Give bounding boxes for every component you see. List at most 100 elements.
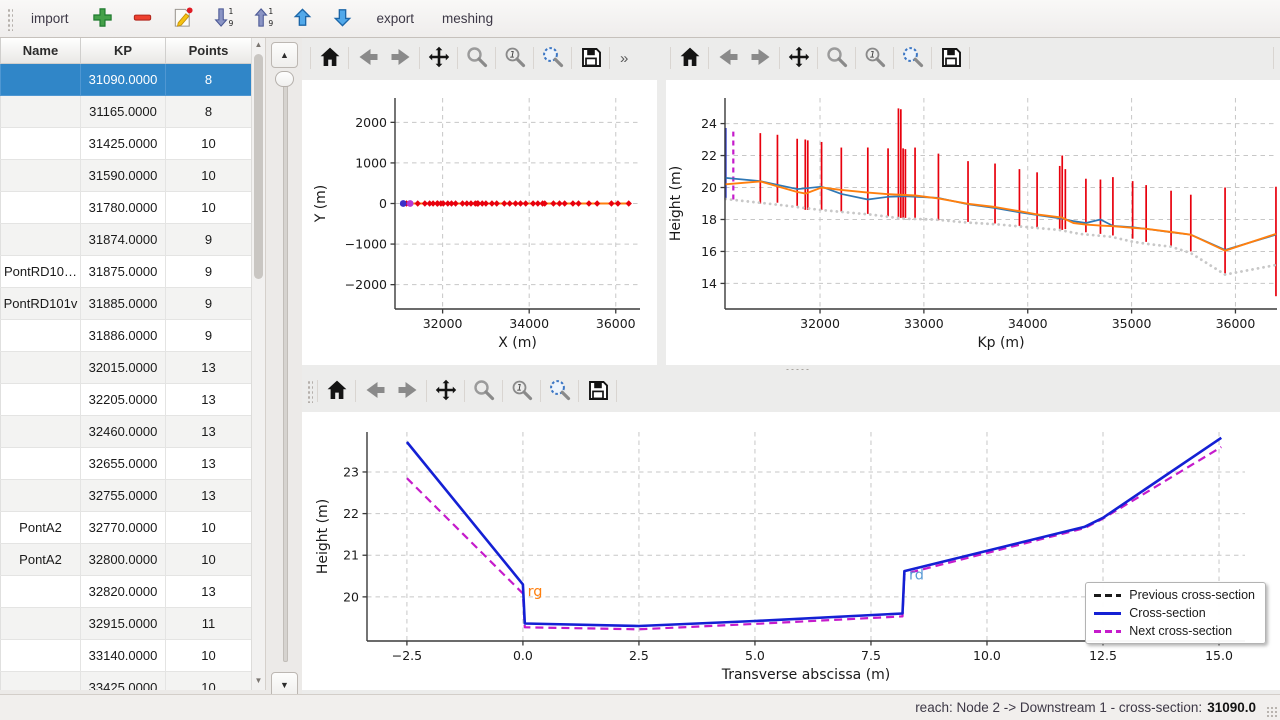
- forward-button[interactable]: [391, 376, 424, 406]
- table-row[interactable]: 31886.00009: [1, 320, 252, 352]
- cell-kp[interactable]: 31425.0000: [81, 128, 166, 160]
- home-button[interactable]: [673, 43, 706, 73]
- scrollbar-down-arrow-icon[interactable]: ▼: [252, 675, 265, 687]
- import-button[interactable]: import: [19, 6, 81, 31]
- cell-name[interactable]: PontRD10…: [1, 256, 81, 288]
- sort-descending-button[interactable]: 1 9: [205, 4, 241, 34]
- cell-name[interactable]: [1, 480, 81, 512]
- cell-name[interactable]: [1, 608, 81, 640]
- cell-name[interactable]: [1, 640, 81, 672]
- cell-name[interactable]: [1, 224, 81, 256]
- cell-points[interactable]: 11: [166, 608, 252, 640]
- cell-points[interactable]: 13: [166, 576, 252, 608]
- section-slider-track[interactable]: [283, 72, 288, 662]
- cell-kp[interactable]: 31875.0000: [81, 256, 166, 288]
- cell-points[interactable]: 8: [166, 96, 252, 128]
- back-button[interactable]: [711, 43, 744, 73]
- cell-name[interactable]: [1, 352, 81, 384]
- table-row[interactable]: 32915.000011: [1, 608, 252, 640]
- table-scrollbar[interactable]: ▲ ▼: [251, 38, 265, 690]
- toolbar-overflow-button[interactable]: »: [612, 50, 636, 67]
- cross-section-plot[interactable]: −2.50.02.55.07.510.012.515.020212223Tran…: [302, 412, 1280, 690]
- cell-kp[interactable]: 31090.0000: [81, 64, 166, 96]
- zoom-one-button[interactable]: 1: [858, 43, 891, 73]
- cell-points[interactable]: 13: [166, 384, 252, 416]
- cell-name[interactable]: [1, 320, 81, 352]
- export-button[interactable]: export: [365, 6, 427, 31]
- scrollbar-thumb[interactable]: [254, 54, 263, 279]
- table-row[interactable]: 31590.000010: [1, 160, 252, 192]
- save-button[interactable]: [574, 43, 607, 73]
- table-row[interactable]: PontA232800.000010: [1, 544, 252, 576]
- table-row[interactable]: 32820.000013: [1, 576, 252, 608]
- cell-kp[interactable]: 32655.0000: [81, 448, 166, 480]
- cell-points[interactable]: 10: [166, 544, 252, 576]
- cell-name[interactable]: PontA2: [1, 512, 81, 544]
- plan-view-plot[interactable]: 320003400036000−2000−1000010002000X (m)Y…: [302, 80, 657, 365]
- cell-name[interactable]: [1, 128, 81, 160]
- cell-points[interactable]: 10: [166, 512, 252, 544]
- toolbar-drag-handle[interactable]: [6, 7, 13, 31]
- zoom-auto-button[interactable]: [536, 43, 569, 73]
- pan-button[interactable]: [429, 376, 462, 406]
- cell-name[interactable]: [1, 192, 81, 224]
- edit-cross-section-button[interactable]: [165, 4, 201, 34]
- cell-kp[interactable]: 32015.0000: [81, 352, 166, 384]
- move-up-button[interactable]: [285, 4, 321, 34]
- cell-name[interactable]: PontA2: [1, 544, 81, 576]
- cell-name[interactable]: [1, 448, 81, 480]
- forward-button[interactable]: [744, 43, 777, 73]
- home-button[interactable]: [313, 43, 346, 73]
- table-row[interactable]: 32015.000013: [1, 352, 252, 384]
- zoom-auto-button[interactable]: [896, 43, 929, 73]
- cell-name[interactable]: PontRD101v: [1, 288, 81, 320]
- section-slider-handle[interactable]: [275, 71, 294, 87]
- cell-kp[interactable]: 31874.0000: [81, 224, 166, 256]
- cell-kp[interactable]: 33140.0000: [81, 640, 166, 672]
- forward-button[interactable]: [384, 43, 417, 73]
- table-row[interactable]: 31874.00009: [1, 224, 252, 256]
- cell-kp[interactable]: 32755.0000: [81, 480, 166, 512]
- window-resize-grip[interactable]: [1266, 706, 1278, 718]
- cell-points[interactable]: 9: [166, 320, 252, 352]
- add-cross-section-button[interactable]: [85, 4, 121, 34]
- cell-points[interactable]: 13: [166, 448, 252, 480]
- move-down-button[interactable]: [325, 4, 361, 34]
- cell-points[interactable]: 13: [166, 416, 252, 448]
- cell-kp[interactable]: 32800.0000: [81, 544, 166, 576]
- save-button[interactable]: [934, 43, 967, 73]
- sort-ascending-button[interactable]: 1 9: [245, 4, 281, 34]
- cell-points[interactable]: 9: [166, 256, 252, 288]
- table-row[interactable]: 31780.000010: [1, 192, 252, 224]
- cell-kp[interactable]: 32820.0000: [81, 576, 166, 608]
- column-header-kp[interactable]: KP: [81, 38, 166, 64]
- cell-points[interactable]: 10: [166, 640, 252, 672]
- previous-section-button[interactable]: ▲: [271, 42, 298, 68]
- zoom-one-button[interactable]: 1: [505, 376, 538, 406]
- longitudinal-profile-plot[interactable]: 3200033000340003500036000141618202224Kp …: [666, 80, 1280, 365]
- cell-kp[interactable]: 31780.0000: [81, 192, 166, 224]
- table-row[interactable]: 33140.000010: [1, 640, 252, 672]
- column-header-name[interactable]: Name: [1, 38, 81, 64]
- back-button[interactable]: [351, 43, 384, 73]
- column-header-points[interactable]: Points: [166, 38, 252, 64]
- zoom-button[interactable]: [460, 43, 493, 73]
- cell-kp[interactable]: 31590.0000: [81, 160, 166, 192]
- cell-points[interactable]: 13: [166, 480, 252, 512]
- cell-name[interactable]: [1, 64, 81, 96]
- table-row[interactable]: 31425.000010: [1, 128, 252, 160]
- cell-points[interactable]: 13: [166, 352, 252, 384]
- table-row[interactable]: 32755.000013: [1, 480, 252, 512]
- home-button[interactable]: [320, 376, 353, 406]
- cell-kp[interactable]: 31886.0000: [81, 320, 166, 352]
- cell-kp[interactable]: 32205.0000: [81, 384, 166, 416]
- table-row[interactable]: 32655.000013: [1, 448, 252, 480]
- cell-name[interactable]: [1, 416, 81, 448]
- cell-points[interactable]: 10: [166, 128, 252, 160]
- cell-kp[interactable]: 32770.0000: [81, 512, 166, 544]
- cell-points[interactable]: 10: [166, 672, 252, 691]
- cell-name[interactable]: [1, 384, 81, 416]
- cell-name[interactable]: [1, 160, 81, 192]
- remove-cross-section-button[interactable]: [125, 4, 161, 34]
- scrollbar-up-arrow-icon[interactable]: ▲: [252, 39, 265, 51]
